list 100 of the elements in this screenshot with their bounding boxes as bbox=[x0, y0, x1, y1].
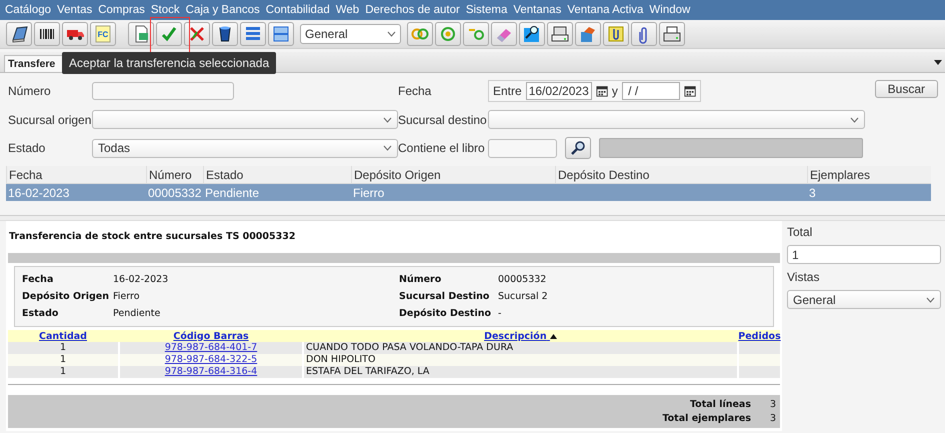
menu-item[interactable]: Catálogo bbox=[5, 4, 52, 16]
detail-value: - bbox=[498, 308, 502, 319]
barcode-link[interactable]: 978-987-684-316-4 bbox=[164, 366, 258, 377]
state-dropdown[interactable]: Todas bbox=[92, 138, 398, 158]
note-icon bbox=[606, 24, 626, 44]
chevron-down-icon bbox=[926, 296, 935, 302]
scanner-icon bbox=[550, 24, 570, 44]
total-value: 3 bbox=[768, 399, 777, 410]
field-label: Estado bbox=[8, 141, 46, 155]
menu-item[interactable]: Sistema bbox=[466, 4, 508, 16]
detail-value: 16-02-2023 bbox=[113, 274, 170, 285]
menu-item[interactable]: Web bbox=[336, 4, 360, 16]
field-label: Vistas bbox=[787, 270, 820, 284]
toolbar-button[interactable] bbox=[519, 22, 545, 46]
menu-item[interactable]: Ventas bbox=[57, 4, 92, 16]
menu-item[interactable]: Contabilidad bbox=[266, 4, 330, 16]
calendar-icon[interactable] bbox=[684, 84, 696, 98]
search-button[interactable]: Buscar bbox=[874, 80, 938, 98]
menu-item[interactable]: Caja y Bancos bbox=[186, 4, 260, 16]
column-header[interactable]: Depósito Origen bbox=[351, 166, 555, 183]
field-label: Total bbox=[787, 225, 814, 239]
detail-label: Sucursal Destino bbox=[399, 291, 490, 302]
magnifier-icon bbox=[522, 24, 542, 44]
field-label: Contiene el libro bbox=[398, 141, 486, 155]
detail-value: Pendiente bbox=[113, 308, 162, 319]
date-field[interactable]: / / bbox=[622, 82, 680, 100]
views-dropdown[interactable]: General bbox=[787, 290, 941, 309]
column-header[interactable]: Pedidos bbox=[738, 330, 781, 342]
total-field[interactable]: 1 bbox=[787, 245, 941, 264]
toolbar-button[interactable] bbox=[212, 22, 238, 46]
tab[interactable]: Transfere bbox=[4, 55, 64, 72]
menu-item[interactable]: Ventanas bbox=[513, 4, 562, 16]
table-cell: 1 bbox=[8, 354, 118, 366]
date-field[interactable]: 16/02/2023 bbox=[526, 82, 592, 100]
detail-label: Estado bbox=[22, 308, 60, 319]
list-icon bbox=[271, 24, 291, 44]
detail-label: Número bbox=[399, 274, 442, 285]
barcode-link[interactable]: 978-987-684-322-5 bbox=[164, 354, 258, 365]
column-header[interactable]: Cantidad bbox=[39, 330, 87, 342]
chevron-down-icon bbox=[387, 31, 396, 37]
menu-item[interactable]: Derechos de autor bbox=[365, 4, 460, 16]
detail-value: Sucursal 2 bbox=[498, 291, 549, 302]
detail-label: Depósito Origen bbox=[22, 291, 110, 302]
toolbar-button[interactable]: FC bbox=[90, 22, 116, 46]
book-field[interactable] bbox=[488, 138, 557, 158]
detail-value: 00005332 bbox=[498, 274, 548, 285]
view-dropdown[interactable]: General bbox=[300, 24, 401, 44]
search-button[interactable] bbox=[565, 137, 591, 159]
column-header[interactable]: Estado bbox=[203, 166, 351, 183]
search-icon bbox=[570, 140, 586, 156]
field-label: Sucursal origen bbox=[8, 112, 92, 126]
detail-label: Fecha bbox=[22, 274, 54, 285]
column-header[interactable]: Número bbox=[146, 166, 203, 183]
tooltip: Aceptar la transferencia seleccionada bbox=[62, 52, 276, 74]
table-cell: DON HIPOLITO bbox=[304, 354, 737, 366]
menu-item[interactable]: Stock bbox=[150, 4, 180, 16]
total-label: Total ejemplares bbox=[662, 413, 751, 424]
toolbar-button[interactable] bbox=[62, 22, 88, 46]
field-label: Sucursal destino bbox=[398, 112, 488, 126]
target-icon bbox=[438, 24, 458, 44]
barcode-link[interactable]: 978-987-684-401-7 bbox=[164, 342, 258, 353]
column-header[interactable]: Descripción bbox=[484, 330, 557, 342]
field-label: Fecha bbox=[398, 84, 432, 98]
table-cell: 1 bbox=[8, 366, 118, 378]
column-header[interactable]: Ejemplares bbox=[807, 166, 931, 183]
field-label: y bbox=[612, 84, 618, 98]
field-label: Número bbox=[8, 84, 52, 98]
document-icon bbox=[93, 24, 113, 44]
detail-label: Depósito Destino bbox=[399, 308, 492, 319]
toolbar-button[interactable] bbox=[631, 22, 657, 46]
number-field[interactable] bbox=[92, 82, 234, 100]
checkmark-icon bbox=[159, 24, 179, 44]
report-title: Transferencia de stock entre sucursales TS 00005332 bbox=[8, 231, 296, 244]
total-label: Total líneas bbox=[690, 399, 751, 410]
menu-item[interactable]: Window bbox=[649, 4, 690, 16]
menu-item[interactable]: Ventana Activa bbox=[567, 4, 644, 16]
total-value: 3 bbox=[768, 413, 777, 424]
table-cell bbox=[739, 342, 780, 354]
column-header[interactable]: Depósito Destino bbox=[555, 166, 807, 183]
table-cell: 1 bbox=[8, 342, 118, 354]
menu-item[interactable]: Compras bbox=[98, 4, 145, 16]
icon-label: FC bbox=[98, 30, 108, 38]
toolbar-button[interactable] bbox=[34, 22, 60, 46]
printer-icon bbox=[662, 24, 682, 44]
toolbar-button[interactable] bbox=[6, 22, 32, 46]
chevron-down-icon bbox=[383, 116, 392, 122]
calendar-icon[interactable] bbox=[596, 84, 608, 98]
table-cell: CUANDO TODO PASA VOLANDO-TAPA DURA bbox=[304, 342, 737, 354]
caret-icon[interactable] bbox=[934, 60, 942, 65]
detail-value: Fierro bbox=[113, 291, 141, 302]
chevron-down-icon bbox=[850, 116, 859, 122]
field-label: Entre bbox=[493, 84, 522, 98]
sort-icon bbox=[550, 334, 557, 338]
table-cell: ESTAFA DEL TARIFAZO, LA bbox=[304, 366, 737, 378]
toolbar-button[interactable] bbox=[659, 22, 685, 46]
chevron-down-icon bbox=[383, 145, 392, 151]
toolbar-button[interactable] bbox=[603, 22, 629, 46]
column-header[interactable]: Fecha bbox=[6, 166, 146, 183]
column-header[interactable]: Código Barras bbox=[173, 330, 249, 342]
toolbar-button[interactable] bbox=[547, 22, 573, 46]
